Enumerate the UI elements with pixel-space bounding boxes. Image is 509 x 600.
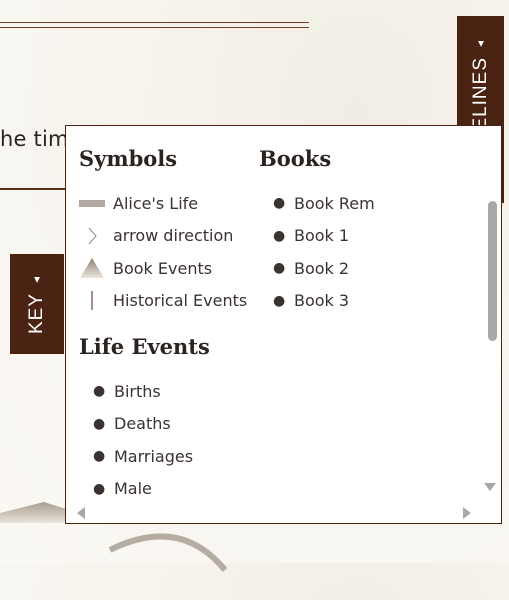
books-heading: Books: [259, 146, 332, 171]
vertical-scrollbar-thumb[interactable]: [488, 201, 497, 341]
chevron-right-icon: [79, 225, 105, 247]
bullet-icon: ●: [273, 227, 286, 244]
triangle-icon: [79, 257, 105, 279]
list-item: ● Book 3: [259, 285, 375, 318]
bullet-icon: ●: [273, 260, 286, 277]
key-panel: Symbols Alice's Life arrow direction Boo…: [65, 125, 502, 524]
book-label: Book 2: [294, 258, 350, 278]
background-arc: [108, 533, 228, 572]
background-mountain-shape: [0, 502, 66, 523]
list-item: ● Male: [79, 473, 210, 506]
background-underline: [0, 188, 66, 190]
symbols-section: Symbols Alice's Life arrow direction Boo…: [79, 146, 247, 317]
list-item: ● Book 2: [259, 252, 375, 285]
bullet-icon: ●: [93, 480, 106, 497]
scroll-right-arrow-icon[interactable]: [463, 507, 471, 519]
symbol-item: Alice's Life: [79, 187, 247, 220]
symbol-item: Historical Events: [79, 285, 247, 318]
symbol-label: Historical Events: [113, 291, 248, 311]
life-events-heading: Life Events: [79, 334, 210, 359]
symbol-label: Alice's Life: [113, 193, 199, 213]
symbol-item: Book Events: [79, 252, 247, 285]
bar-icon: [79, 192, 105, 214]
book-label: Book 1: [294, 226, 350, 246]
book-label: Book Rem: [294, 193, 375, 213]
list-item: ● Book 1: [259, 220, 375, 253]
symbol-label: Book Events: [113, 258, 213, 278]
bullet-icon: ●: [273, 195, 286, 212]
triangle-up-icon: ▲: [31, 273, 43, 286]
life-event-label: Male: [114, 479, 152, 499]
scroll-left-arrow-icon[interactable]: [77, 507, 85, 519]
list-item: ● Marriages: [79, 440, 210, 473]
triangle-up-icon: ▲: [475, 36, 486, 49]
life-event-label: Births: [114, 381, 161, 401]
key-label: KEY: [26, 293, 47, 335]
bullet-icon: ●: [273, 292, 286, 309]
book-label: Book 3: [294, 291, 350, 311]
life-event-label: Deaths: [114, 414, 171, 434]
symbol-item: arrow direction: [79, 220, 247, 253]
list-item: ● Births: [79, 375, 210, 408]
bullet-icon: ●: [93, 448, 106, 465]
bullet-icon: ●: [93, 383, 106, 400]
list-item: ● Book Rem: [259, 187, 375, 220]
top-divider-line: [0, 22, 309, 28]
life-event-label: Marriages: [114, 446, 194, 466]
symbol-label: arrow direction: [113, 226, 234, 246]
key-tab[interactable]: KEY ▲: [10, 254, 64, 354]
books-section: Books ● Book Rem ● Book 1 ● Book 2 ● Book 3: [259, 146, 375, 317]
list-item: ● Deaths: [79, 408, 210, 441]
vertical-line-icon: [79, 290, 105, 312]
symbols-heading: Symbols: [79, 146, 178, 171]
bullet-icon: ●: [93, 415, 106, 432]
background-text: he tim: [0, 127, 69, 151]
life-events-section: Life Events ● Births ● Deaths ● Marriages ●…: [79, 334, 210, 505]
scroll-down-arrow-icon[interactable]: [484, 483, 496, 491]
